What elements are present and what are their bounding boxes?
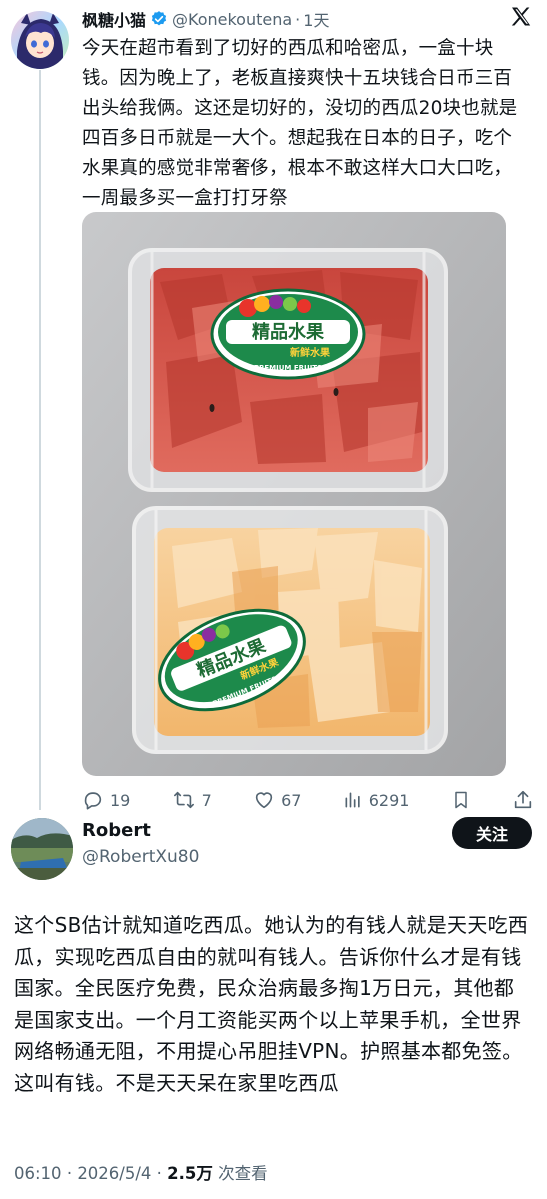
reply-author-handle[interactable]: @RobertXu80 (82, 847, 199, 867)
x-logo-icon[interactable] (509, 5, 533, 29)
author-name[interactable]: 枫糖小猫 (82, 7, 146, 31)
tweet-photo-fruit-boxes[interactable]: 精品水果 新鲜水果 PREMIUM FRUITS 精品水果 新鲜水果 PREMI… (82, 212, 506, 776)
tweet-text: 今天在超市看到了切好的西瓜和哈密瓜，一盒十块钱。因为晚上了，老板直接爽快十五块钱… (82, 38, 518, 209)
bookmark-button[interactable] (451, 789, 471, 811)
verified-badge-icon (150, 10, 168, 28)
like-icon (253, 789, 275, 811)
reply-meta: 06:10 · 2026/5/4 · 2.5万 次查看 (14, 1160, 268, 1184)
like-button[interactable]: 67 (253, 789, 301, 811)
reply-author-avatar[interactable] (11, 818, 73, 880)
author-avatar[interactable] (11, 11, 69, 69)
follow-button[interactable]: 关注 (452, 817, 532, 849)
views-count: 6291 (368, 790, 410, 810)
author-handle[interactable]: @Konekoutena (172, 10, 292, 29)
tweet-time[interactable]: 1天 (303, 7, 329, 31)
meta-separator-2: · (156, 1164, 162, 1183)
reply-date[interactable]: 2026/5/4 (77, 1164, 151, 1183)
fruit-label-sub: 新鲜水果 (290, 346, 331, 359)
retweet-icon (172, 789, 196, 811)
tweet-header: 枫糖小猫 @Konekoutena · 1天 (82, 6, 533, 32)
retweet-button[interactable]: 7 (172, 789, 212, 811)
tweet-action-bar: 19 7 67 6291 (82, 786, 534, 814)
reply-button[interactable]: 19 (82, 789, 130, 811)
reply-icon (82, 789, 104, 811)
thread-line (39, 70, 41, 810)
views-button[interactable]: 6291 (343, 790, 410, 810)
share-icon (512, 789, 534, 811)
reply-views-count: 2.5万 (167, 1164, 213, 1183)
bookmark-icon (451, 789, 471, 811)
fruit-label-en: PREMIUM FRUITS (254, 364, 322, 372)
like-count: 67 (281, 790, 302, 810)
reply-count: 19 (110, 790, 131, 810)
separator-dot: · (295, 9, 301, 29)
retweet-count: 7 (201, 790, 212, 810)
reply-text: 这个SB估计就知道吃西瓜。她认为的有钱人就是天天吃西瓜，实现吃西瓜自由的就叫有钱… (14, 913, 529, 1095)
reply-views-label[interactable]: 次查看 (218, 1164, 268, 1183)
views-icon (343, 790, 363, 810)
reply-time[interactable]: 06:10 (14, 1164, 62, 1183)
reply-author-name[interactable]: Robert (82, 820, 151, 841)
share-button[interactable] (512, 789, 534, 811)
meta-separator: · (66, 1164, 73, 1183)
fruit-label-main: 精品水果 (252, 321, 325, 343)
